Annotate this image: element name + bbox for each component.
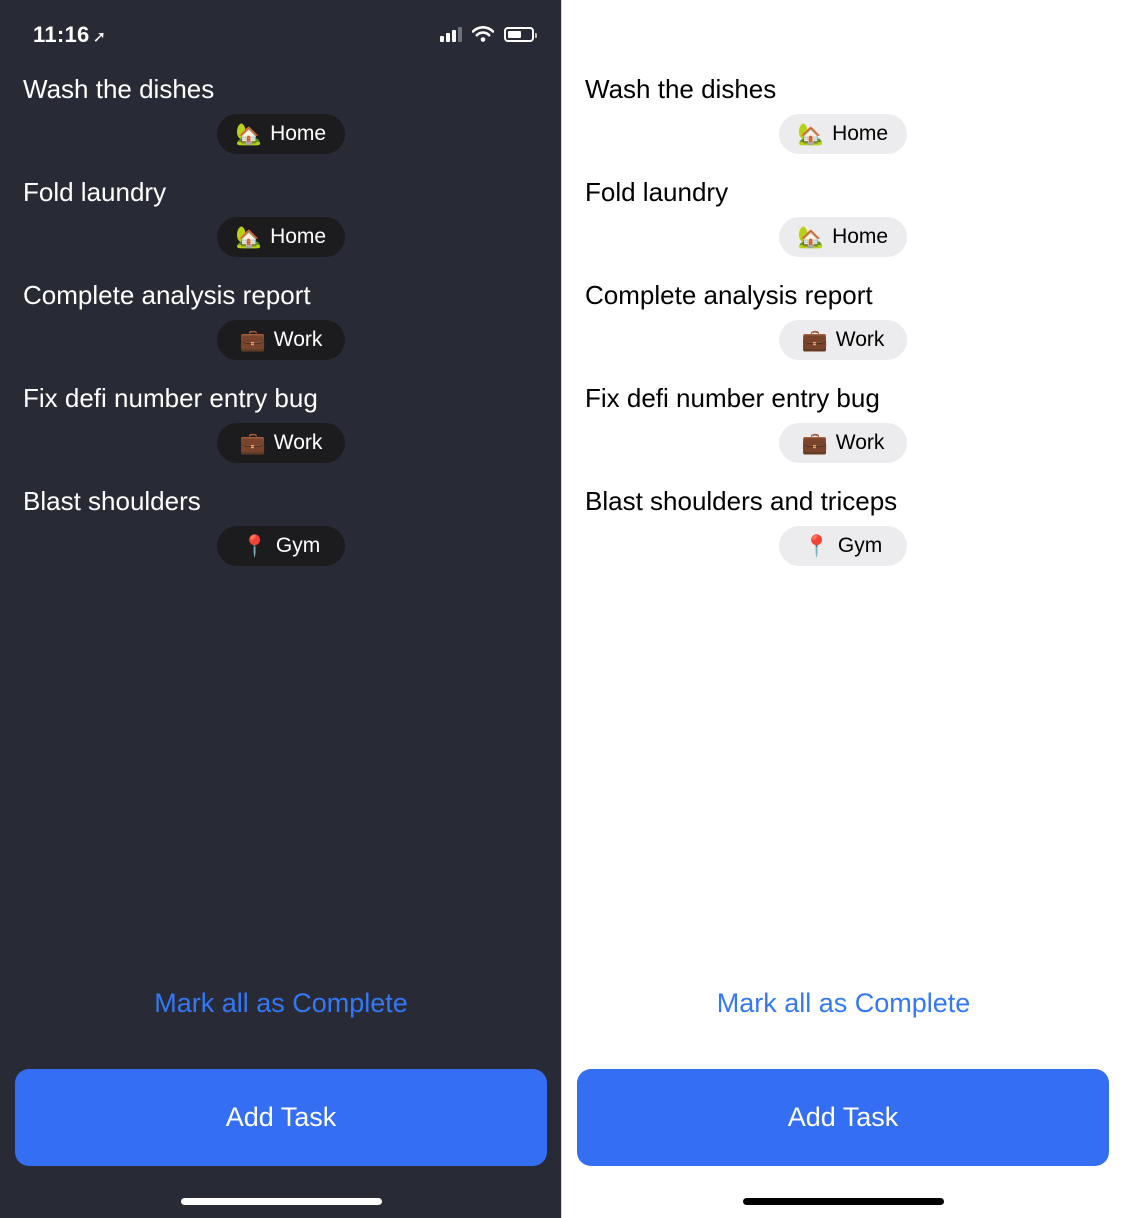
- tag-label: Work: [835, 328, 885, 351]
- task-item[interactable]: Fix defi number entry bug 💼 Work: [562, 381, 1125, 484]
- tag-label: Work: [273, 328, 323, 351]
- task-title: Wash the dishes: [23, 74, 215, 104]
- task-title: Fix defi number entry bug: [23, 383, 318, 413]
- briefcase-icon: 💼: [239, 328, 266, 352]
- task-item[interactable]: Wash the dishes 🏡 Home: [0, 72, 562, 175]
- category-tag[interactable]: 💼 Work: [217, 423, 345, 463]
- dark-mode-screen: 11:16 ➚ Wash the dishes 🏡 Home Fold laund…: [0, 0, 562, 1218]
- task-item[interactable]: Complete analysis report 💼 Work: [562, 278, 1125, 381]
- task-title: Wash the dishes: [585, 74, 777, 104]
- task-title: Blast shoulders and triceps: [585, 486, 898, 516]
- task-item[interactable]: Complete analysis report 💼 Work: [0, 278, 562, 381]
- briefcase-icon: 💼: [801, 328, 828, 352]
- location-arrow-icon: ➚: [92, 29, 107, 46]
- briefcase-icon: 💼: [801, 431, 828, 455]
- status-bar-icons: [440, 26, 537, 42]
- task-item[interactable]: Wash the dishes 🏡 Home: [562, 72, 1125, 175]
- category-tag[interactable]: 🏡 Home: [217, 217, 345, 257]
- house-icon: 🏡: [797, 225, 825, 249]
- status-bar-time: 11:16 ➚: [33, 22, 107, 47]
- tag-label: Home: [832, 225, 889, 248]
- task-item[interactable]: Blast shoulders 📍 Gym: [0, 484, 562, 587]
- category-tag[interactable]: 🏡 Home: [779, 114, 907, 154]
- category-tag[interactable]: 💼 Work: [779, 320, 907, 360]
- add-task-button[interactable]: Add Task: [577, 1069, 1109, 1166]
- battery-icon: [504, 26, 537, 42]
- wifi-icon: [472, 26, 494, 42]
- tag-label: Home: [832, 122, 889, 145]
- category-tag[interactable]: 📍 Gym: [779, 526, 907, 566]
- tag-label: Home: [270, 225, 327, 248]
- task-title: Complete analysis report: [585, 280, 873, 310]
- cellular-signal-icon: [440, 26, 462, 42]
- task-list: Wash the dishes 🏡 Home Fold laundry 🏡 Ho…: [562, 72, 1125, 587]
- task-item[interactable]: Fix defi number entry bug 💼 Work: [0, 381, 562, 484]
- tag-label: Work: [835, 431, 885, 454]
- category-tag[interactable]: 💼 Work: [779, 423, 907, 463]
- house-icon: 🏡: [235, 225, 263, 249]
- tag-label: Gym: [837, 534, 883, 557]
- light-mode-screen: Wash the dishes 🏡 Home Fold laundry 🏡 Ho…: [562, 0, 1125, 1218]
- briefcase-icon: 💼: [239, 431, 266, 455]
- task-item[interactable]: Fold laundry 🏡 Home: [0, 175, 562, 278]
- tag-label: Gym: [275, 534, 321, 557]
- task-item[interactable]: Fold laundry 🏡 Home: [562, 175, 1125, 278]
- tag-label: Home: [270, 122, 327, 145]
- tag-label: Work: [273, 431, 323, 454]
- add-task-button[interactable]: Add Task: [15, 1069, 547, 1166]
- task-title: Fold laundry: [585, 177, 729, 207]
- task-title: Complete analysis report: [23, 280, 311, 310]
- category-tag[interactable]: 🏡 Home: [779, 217, 907, 257]
- pin-icon: 📍: [803, 534, 830, 558]
- house-icon: 🏡: [797, 122, 825, 146]
- task-title: Fold laundry: [23, 177, 167, 207]
- home-indicator[interactable]: [181, 1198, 382, 1205]
- mark-all-complete-button[interactable]: Mark all as Complete: [0, 988, 562, 1019]
- category-tag[interactable]: 📍 Gym: [217, 526, 345, 566]
- task-title: Blast shoulders: [23, 486, 201, 516]
- mark-all-complete-button[interactable]: Mark all as Complete: [562, 988, 1125, 1019]
- category-tag[interactable]: 💼 Work: [217, 320, 345, 360]
- house-icon: 🏡: [235, 122, 263, 146]
- pin-icon: 📍: [241, 534, 268, 558]
- task-item[interactable]: Blast shoulders and triceps 📍 Gym: [562, 484, 1125, 587]
- task-title: Fix defi number entry bug: [585, 383, 880, 413]
- task-list: Wash the dishes 🏡 Home Fold laundry 🏡 Ho…: [0, 72, 562, 587]
- category-tag[interactable]: 🏡 Home: [217, 114, 345, 154]
- home-indicator[interactable]: [743, 1198, 944, 1205]
